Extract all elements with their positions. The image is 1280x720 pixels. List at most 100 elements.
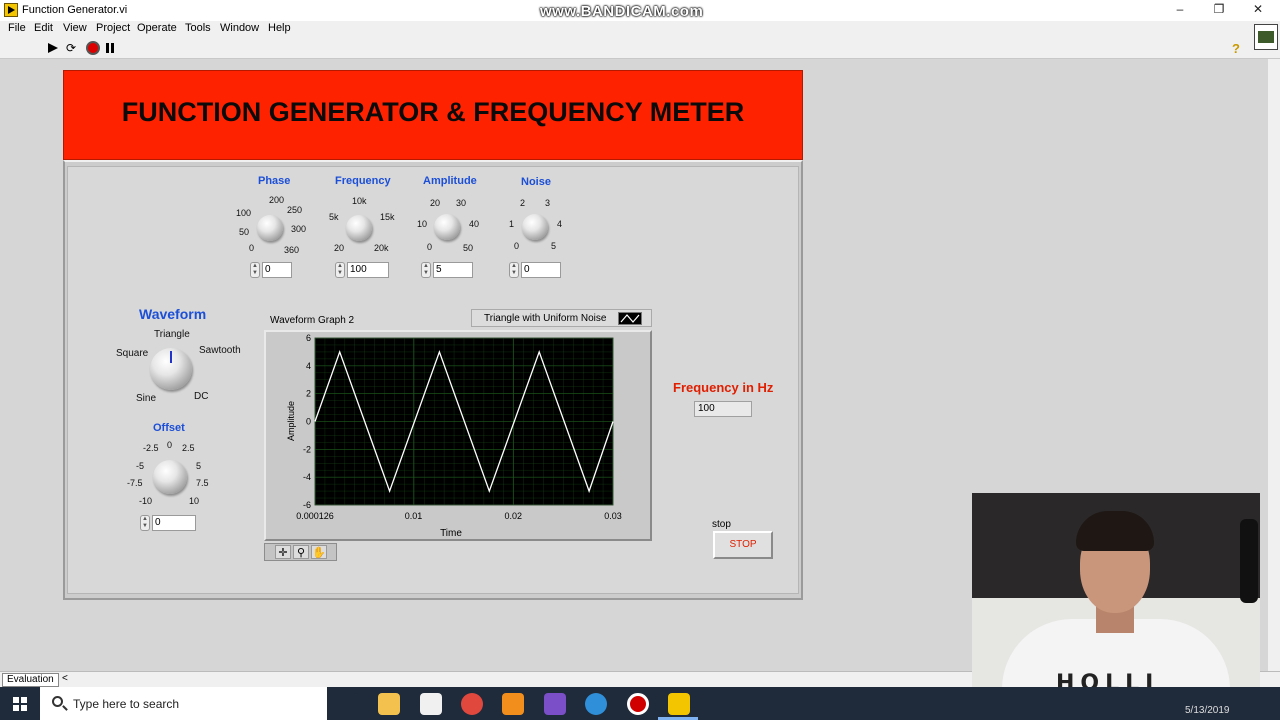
frequency-tick: 5k	[329, 212, 339, 222]
x-tick-label: 0.02	[504, 511, 522, 521]
menu-operate[interactable]: Operate	[137, 22, 177, 34]
increment-arrows-icon[interactable]: ▲ ▼	[250, 262, 260, 278]
title-bar: Function Generator.vi www.BANDICAM.com –…	[0, 0, 1280, 21]
context-help-icon[interactable]: ?	[1232, 41, 1240, 56]
noise-knob[interactable]	[522, 214, 548, 240]
file-explorer-icon[interactable]	[378, 693, 400, 715]
legend-swatch[interactable]	[618, 312, 642, 325]
frequency-tick: 20k	[374, 243, 389, 253]
noise-tick: 0	[514, 241, 520, 251]
menu-help[interactable]: Help	[268, 22, 291, 34]
bandicam-watermark: www.BANDICAM.com	[540, 3, 704, 20]
x-axis-ticks: 0.000126 0.01 0.02 0.03	[296, 511, 622, 521]
offset-tick: 10	[189, 496, 200, 506]
start-button[interactable]	[0, 687, 40, 720]
phase-tick: 200	[269, 195, 285, 205]
offset-tick: -2.5	[143, 443, 159, 453]
run-continuously-icon[interactable]: ⟳	[64, 41, 78, 55]
menu-window[interactable]: Window	[220, 22, 259, 34]
bandicam-record-icon[interactable]	[627, 693, 649, 715]
y-tick-label: 4	[306, 361, 311, 371]
stop-button[interactable]: STOP	[713, 531, 773, 559]
phase-label: Phase	[258, 175, 291, 187]
noise-tick: 3	[545, 198, 551, 208]
x-tick-label: 0.000126	[296, 511, 334, 521]
offset-tick: 5	[196, 461, 202, 471]
phase-tick: 50	[239, 227, 250, 237]
offset-knob[interactable]	[153, 460, 187, 494]
menu-project[interactable]: Project	[96, 22, 130, 34]
amplitude-tick: 30	[456, 198, 467, 208]
phase-knob[interactable]	[257, 215, 283, 241]
waveform-graph[interactable]: 6 4 2 0 -2 -4 -6 0.000126 0.01 0.02 0.03 Time Amp…	[282, 330, 627, 538]
chrome-icon[interactable]	[461, 693, 483, 715]
increment-arrows-icon[interactable]: ▲ ▼	[335, 262, 345, 278]
offset-tick: -5	[136, 461, 145, 471]
noise-value[interactable]: 0	[521, 262, 561, 278]
legend-label: Triangle with Uniform Noise	[484, 313, 607, 324]
search-placeholder: Type here to search	[73, 697, 180, 711]
phase-value[interactable]: 0	[262, 262, 292, 278]
frequency-value[interactable]: 100	[347, 262, 389, 278]
menu-bar: File Edit View Project Operate Tools Win…	[0, 21, 1280, 37]
wall-phone	[1240, 519, 1258, 603]
scroll-left-arrow[interactable]: <	[62, 673, 68, 684]
abort-icon[interactable]	[86, 41, 100, 55]
increment-arrows-icon[interactable]: ▲ ▼	[421, 262, 431, 278]
noise-label: Noise	[521, 176, 551, 188]
offset-value[interactable]: 0	[152, 515, 196, 531]
zoom-icon[interactable]: ⚲	[293, 545, 309, 559]
sublime-icon[interactable]	[502, 693, 524, 715]
frequency-tick: 15k	[380, 212, 395, 222]
amplitude-knob[interactable]	[434, 214, 460, 240]
task-view-icon[interactable]	[336, 693, 358, 715]
panel-header: FUNCTION GENERATOR & FREQUENCY METER	[63, 70, 803, 160]
phase-tick: 250	[287, 205, 303, 215]
noise-tick: 2	[520, 198, 526, 208]
target-label: Evaluation	[2, 673, 59, 687]
visual-studio-icon[interactable]	[544, 693, 566, 715]
vertical-scrollbar[interactable]	[1268, 59, 1280, 671]
y-axis-ticks: 6 4 2 0 -2 -4 -6	[303, 333, 311, 510]
x-tick-label: 0.01	[405, 511, 423, 521]
menu-edit[interactable]: Edit	[34, 22, 53, 34]
menu-tools[interactable]: Tools	[185, 22, 211, 34]
y-axis-label: Amplitude	[286, 401, 296, 441]
pause-icon[interactable]	[103, 41, 117, 55]
cursor-icon[interactable]: ✛	[275, 545, 291, 559]
taskbar: Type here to search 5/13/2019	[0, 687, 1280, 720]
increment-arrows-icon[interactable]: ▲ ▼	[140, 515, 150, 531]
windows-logo-icon	[13, 697, 27, 711]
offset-tick: 0	[167, 440, 173, 450]
waveform-knob[interactable]	[150, 348, 192, 390]
labview-icon[interactable]	[668, 693, 690, 715]
offset-tick: 7.5	[196, 478, 209, 488]
frequency-label: Frequency	[335, 175, 391, 187]
frequency-indicator-label: Frequency in Hz	[673, 380, 774, 395]
pan-hand-icon[interactable]: ✋	[311, 545, 327, 559]
amplitude-value[interactable]: 5	[433, 262, 473, 278]
frequency-indicator: 100	[694, 401, 752, 417]
minimize-button[interactable]: –	[1160, 0, 1200, 21]
frequency-tick: 10k	[352, 196, 367, 206]
y-tick-label: 0	[306, 417, 311, 427]
plot-legend[interactable]: Triangle with Uniform Noise	[471, 309, 652, 327]
waveform-option: DC	[194, 391, 209, 402]
increment-arrows-icon[interactable]: ▲ ▼	[509, 262, 519, 278]
menu-file[interactable]: File	[8, 22, 26, 34]
amplitude-tick: 40	[469, 219, 480, 229]
phase-tick: 300	[291, 224, 307, 234]
store-icon[interactable]	[420, 693, 442, 715]
menu-view[interactable]: View	[63, 22, 87, 34]
frequency-knob[interactable]	[346, 215, 372, 241]
browser-icon[interactable]	[585, 693, 607, 715]
run-arrow-icon[interactable]	[46, 41, 60, 55]
y-tick-label: -4	[303, 472, 311, 482]
waveform-option: Triangle	[154, 329, 190, 340]
restore-button[interactable]: ❐	[1199, 0, 1239, 21]
frequency-tick: 20	[334, 243, 345, 253]
offset-tick: 2.5	[182, 443, 195, 453]
taskbar-search[interactable]: Type here to search	[40, 687, 327, 720]
close-button[interactable]: ✕	[1238, 0, 1278, 21]
y-tick-label: -2	[303, 444, 311, 454]
